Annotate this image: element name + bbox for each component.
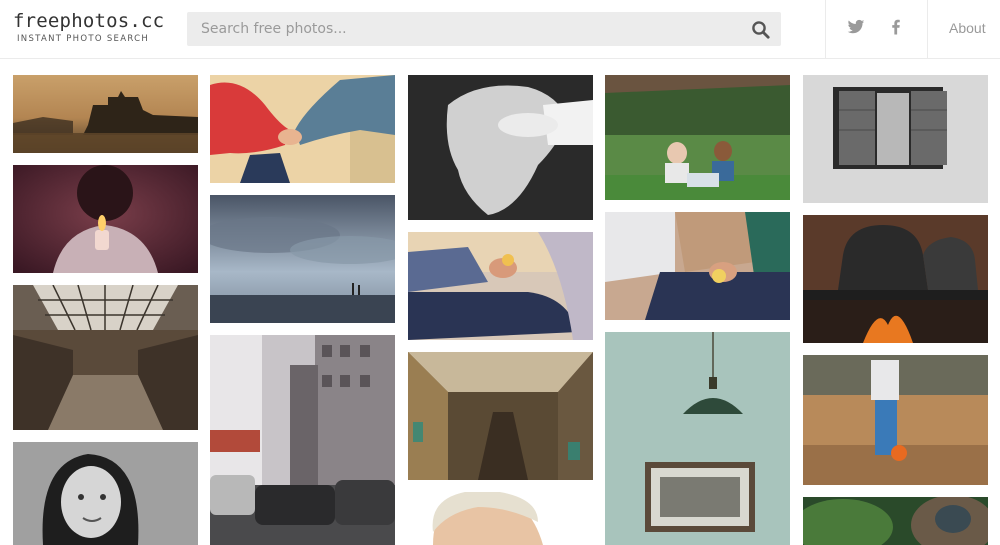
twitter-icon xyxy=(847,19,865,34)
photo-card[interactable] xyxy=(803,215,988,343)
photo-seniors-laptop xyxy=(605,75,790,200)
search-input[interactable] xyxy=(187,12,727,46)
photo-card[interactable] xyxy=(210,75,395,183)
photo-card[interactable] xyxy=(605,332,790,545)
photo-card[interactable] xyxy=(408,232,593,340)
photo-card[interactable] xyxy=(13,75,198,153)
photo-holding-hands xyxy=(210,75,395,183)
photo-blonde-man xyxy=(408,492,593,545)
photo-kettles-fire xyxy=(803,215,988,343)
photo-card[interactable] xyxy=(803,75,988,203)
photo-pendant-lamp-wall xyxy=(605,332,790,545)
photo-elderly-ball-hand xyxy=(408,232,593,340)
photo-city-street-traffic xyxy=(210,335,395,545)
top-bar: freephotos.cc INSTANT PHOTO SEARCH About xyxy=(0,0,1000,59)
photo-card[interactable] xyxy=(13,285,198,430)
photo-grid xyxy=(0,58,1000,545)
photo-card[interactable] xyxy=(803,355,988,485)
photo-card[interactable] xyxy=(13,165,198,273)
photo-card[interactable] xyxy=(13,442,198,545)
about-link[interactable]: About xyxy=(949,20,986,36)
divider xyxy=(927,0,928,58)
photo-seniors-sitting xyxy=(605,212,790,320)
search-bar xyxy=(187,12,781,46)
photo-old-baby-hands xyxy=(408,75,593,220)
twitter-link[interactable] xyxy=(847,18,865,36)
logo[interactable]: freephotos.cc INSTANT PHOTO SEARCH xyxy=(13,9,173,45)
search-button[interactable] xyxy=(751,20,771,40)
photo-card[interactable] xyxy=(408,352,593,480)
photo-castle-lake xyxy=(13,75,198,153)
photo-card[interactable] xyxy=(803,497,988,545)
photo-card[interactable] xyxy=(605,212,790,320)
logo-subtitle: INSTANT PHOTO SEARCH xyxy=(17,34,150,44)
photo-man-lighter xyxy=(13,165,198,273)
photo-window-shutters xyxy=(803,75,988,203)
photo-card[interactable] xyxy=(605,75,790,200)
facebook-link[interactable] xyxy=(887,18,905,36)
photo-kid-hay-ball xyxy=(803,355,988,485)
photo-card[interactable] xyxy=(408,75,593,220)
photo-abandoned-factory xyxy=(408,352,593,480)
photo-statue-greenery xyxy=(803,497,988,545)
logo-title[interactable]: freephotos.cc xyxy=(13,9,173,33)
photo-card[interactable] xyxy=(408,492,593,545)
photo-library-hall xyxy=(13,285,198,430)
photo-beach-cloudy-sky xyxy=(210,195,395,323)
divider xyxy=(825,0,826,58)
search-icon xyxy=(752,21,770,39)
photo-girl-portrait xyxy=(13,442,198,545)
facebook-icon xyxy=(892,19,900,35)
photo-card[interactable] xyxy=(210,335,395,545)
photo-card[interactable] xyxy=(210,195,395,323)
